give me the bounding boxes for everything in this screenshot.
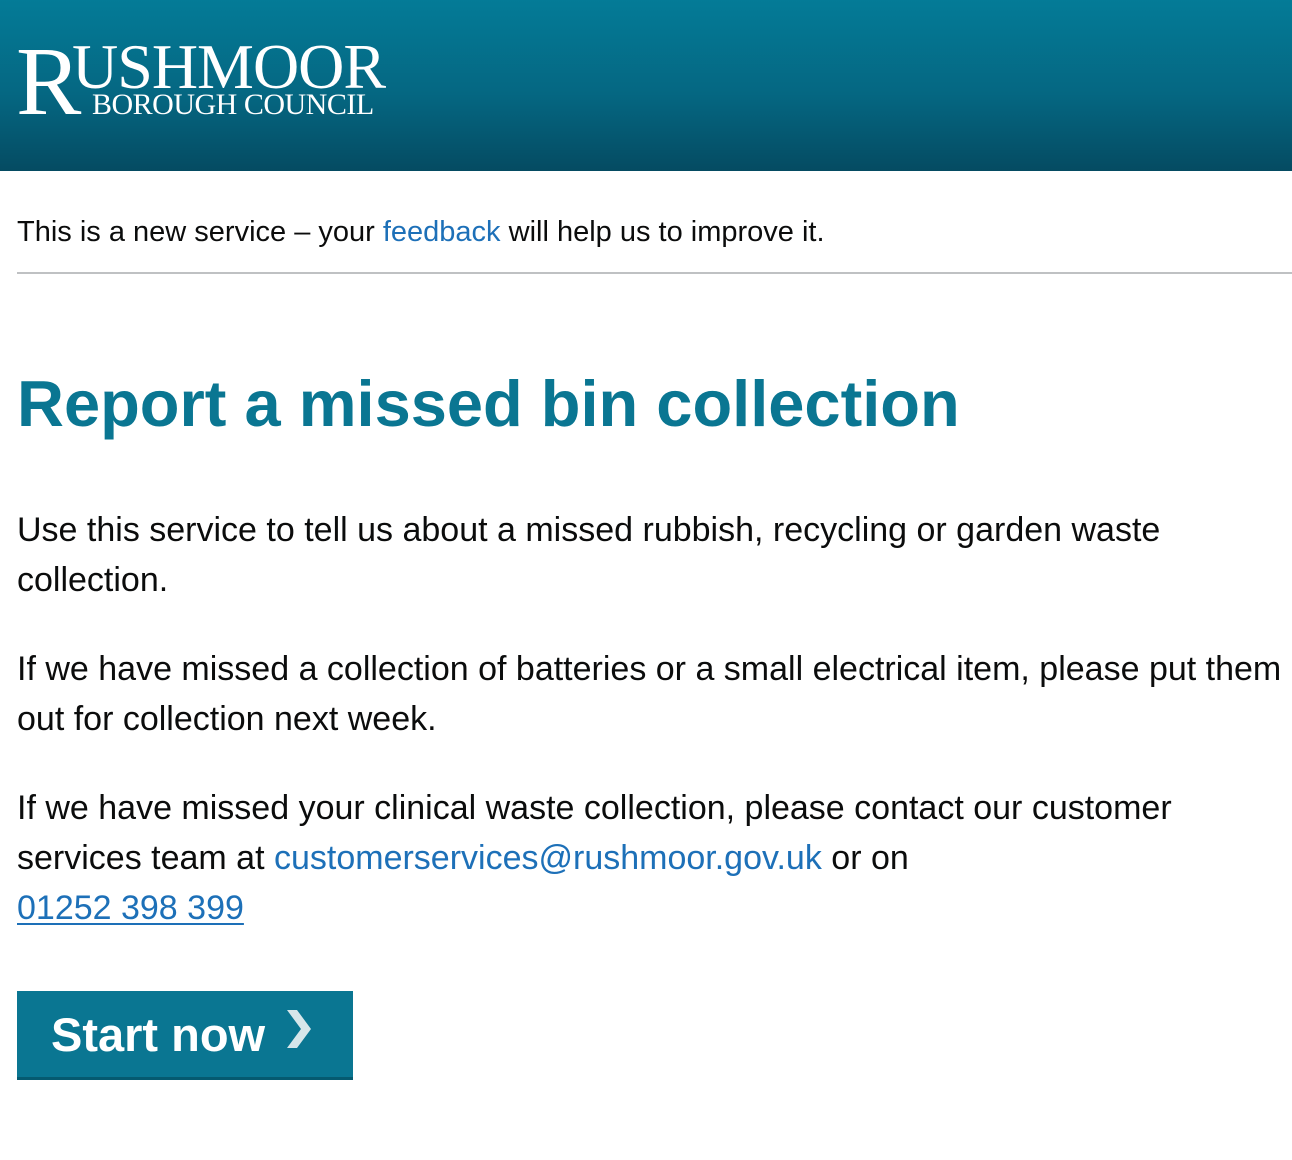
logo-subtitle: BOROUGH COUNCIL: [92, 88, 374, 121]
clinical-waste-paragraph: If we have missed your clinical waste co…: [17, 783, 1282, 933]
rushmoor-logo[interactable]: R USHMOOR BOROUGH COUNCIL: [16, 33, 388, 131]
customer-services-phone-link[interactable]: 01252 398 399: [17, 889, 244, 927]
customer-services-email-link[interactable]: customerservices@rushmoor.gov.uk: [274, 839, 822, 877]
intro-paragraph: Use this service to tell us about a miss…: [17, 511, 1161, 599]
phase-banner-text-before: This is a new service – your: [17, 216, 383, 248]
clinical-waste-text-middle: or on: [821, 839, 909, 877]
page-title: Report a missed bin collection: [17, 367, 960, 440]
chevron-right-icon: [283, 1006, 313, 1061]
site-header: R USHMOOR BOROUGH COUNCIL: [0, 0, 1292, 171]
phase-banner-text-after: will help us to improve it.: [500, 216, 825, 248]
start-now-label: Start now: [51, 1007, 266, 1061]
feedback-link[interactable]: feedback: [383, 216, 501, 248]
start-now-button[interactable]: Start now: [17, 991, 353, 1080]
phase-banner: This is a new service – your feedback wi…: [17, 212, 1292, 274]
batteries-paragraph: If we have missed a collection of batter…: [17, 650, 1282, 738]
